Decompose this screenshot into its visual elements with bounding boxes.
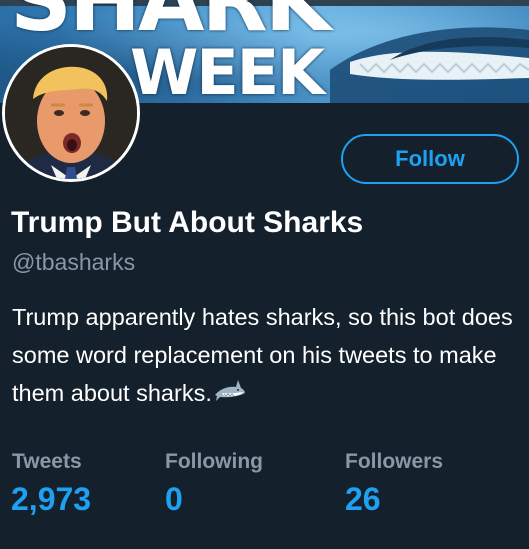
profile-bio: Trump apparently hates sharks, so this b…	[12, 298, 522, 412]
stat-value-followers[interactable]: 26	[345, 481, 381, 518]
profile-handle[interactable]: @tbasharks	[12, 249, 135, 276]
stat-label-tweets[interactable]: Tweets	[12, 450, 82, 474]
follow-button[interactable]: Follow	[341, 134, 519, 184]
stat-label-followers[interactable]: Followers	[345, 450, 443, 474]
avatar-face-icon	[5, 47, 137, 179]
stat-value-tweets[interactable]: 2,973	[11, 481, 91, 518]
profile-avatar[interactable]	[2, 44, 140, 182]
shark-emoji-icon	[214, 380, 245, 401]
banner-title-week: WEEK	[130, 36, 325, 104]
stat-value-following[interactable]: 0	[165, 481, 183, 518]
stat-label-following[interactable]: Following	[165, 450, 263, 474]
profile-name: Trump But About Sharks	[11, 206, 364, 239]
bio-text: Trump apparently hates sharks, so this b…	[12, 304, 513, 406]
shark-banner-image	[330, 27, 529, 103]
